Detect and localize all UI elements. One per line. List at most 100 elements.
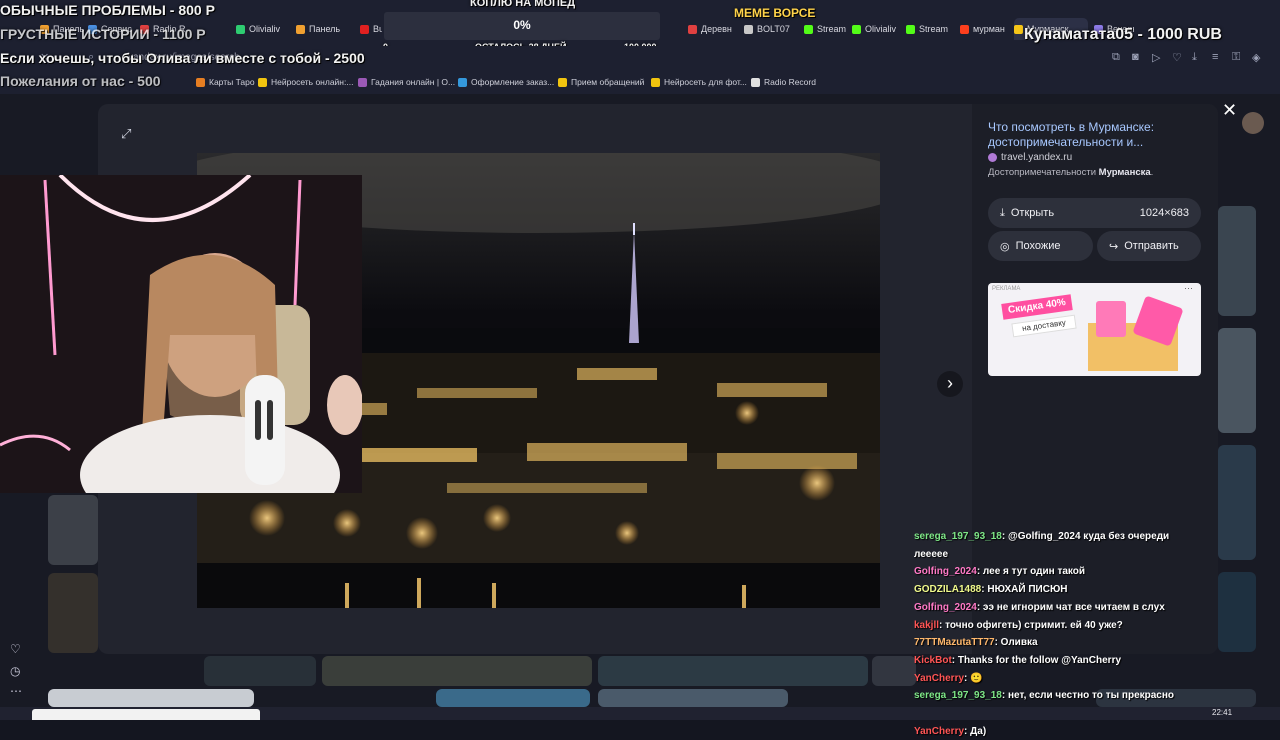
- share-button[interactable]: ↪ Отправить: [1097, 231, 1201, 261]
- tab-label: Панель: [309, 24, 341, 34]
- chat-text: : ээ не игнорим чат все читаем в слух: [976, 601, 1165, 613]
- chat-text: : Thanks for the follow @YanCherry: [951, 654, 1122, 666]
- chat-username[interactable]: serega_197_93_18: [914, 690, 1002, 701]
- similar-button[interactable]: ◎ Похожие: [988, 231, 1093, 261]
- expand-icon[interactable]: ⤢: [121, 126, 131, 142]
- more-icon[interactable]: ⋯: [10, 684, 22, 698]
- tab-label: Olivialiv: [865, 24, 897, 34]
- goal-widget: 0%: [384, 12, 660, 40]
- result-thumbnail[interactable]: [1218, 206, 1256, 316]
- browser-tab[interactable]: Stream: [804, 18, 848, 40]
- result-thumbnail[interactable]: [872, 656, 916, 686]
- download-icon[interactable]: ⤓: [1192, 51, 1197, 64]
- bookmark-favicon-icon: [458, 77, 467, 87]
- chat-username[interactable]: kakjll: [914, 620, 939, 631]
- browser-tab[interactable]: Stream: [906, 18, 958, 40]
- close-viewer-button[interactable]: ✕: [1222, 100, 1237, 121]
- cube-icon[interactable]: ◈: [1252, 51, 1260, 64]
- lens-icon: ◎: [1000, 240, 1010, 253]
- tab-favicon-icon: [296, 24, 305, 34]
- bookmark-item[interactable]: Нейросеть онлайн:...: [258, 77, 353, 87]
- result-thumbnail[interactable]: [598, 689, 788, 707]
- result-thumbnail[interactable]: [48, 573, 98, 653]
- open-image-button[interactable]: ⤓ Открыть 1024×683: [988, 198, 1201, 228]
- result-thumbnail[interactable]: [48, 689, 254, 707]
- chat-username[interactable]: serega_197_93_18: [914, 531, 1002, 542]
- history-icon[interactable]: ◷: [10, 664, 20, 678]
- source-title-link[interactable]: Что посмотреть в Мурманске: достопримеча…: [988, 120, 1188, 150]
- browser-tab[interactable]: Панель: [296, 18, 352, 40]
- result-thumbnail[interactable]: [1218, 445, 1256, 560]
- chat-message: YanCherry: Да): [914, 723, 1204, 740]
- domain-favicon-icon: [988, 153, 997, 162]
- ad-banner[interactable]: РЕКЛАМА ⋯ Скидка 40% на доставку: [988, 283, 1201, 376]
- share-label: Отправить: [1124, 240, 1179, 252]
- result-thumbnail[interactable]: [1218, 572, 1256, 652]
- ad-subtitle: на доставку: [1011, 314, 1077, 338]
- tab-label: Деревн: [701, 24, 732, 34]
- browser-tab[interactable]: Bush -: [360, 18, 382, 40]
- menu-icon[interactable]: ≡: [1212, 51, 1218, 63]
- chat-username[interactable]: Golfing_2024: [914, 566, 977, 577]
- favorites-icon[interactable]: ♡: [10, 642, 21, 656]
- browser-tab[interactable]: Деревн: [688, 18, 742, 40]
- chat-username[interactable]: KickBot: [914, 655, 952, 666]
- result-thumbnail[interactable]: [598, 656, 868, 686]
- chat-username[interactable]: GODZILA1488: [914, 584, 981, 595]
- extensions-icon[interactable]: ⧉: [1112, 51, 1120, 64]
- tab-label: BOLT07: [757, 24, 790, 34]
- description-suffix: .: [1150, 167, 1154, 178]
- goal-title: КОПЛЮ НА МОПЕД: [470, 0, 576, 9]
- chat-message: GODZILA1488: НЮХАЙ ПИСЮН: [914, 581, 1204, 599]
- chat-text: : 🙂: [964, 672, 983, 684]
- play-icon[interactable]: ▷: [1152, 51, 1160, 64]
- bookmark-label: Оформление заказ...: [471, 77, 555, 87]
- result-thumbnail[interactable]: [322, 656, 592, 686]
- overlay-price-line-1: ОБЫЧНЫЕ ПРОБЛЕМЫ - 800 Р: [0, 2, 215, 18]
- taskbar-search-box[interactable]: [32, 709, 260, 720]
- streamer-webcam: [0, 175, 362, 493]
- share-icon: ↪: [1109, 240, 1119, 253]
- heart-icon[interactable]: ♡: [1172, 51, 1182, 64]
- browser-tab[interactable]: Olivialiv: [852, 18, 902, 40]
- similar-label: Похожие: [1015, 240, 1061, 252]
- tab-favicon-icon: [360, 24, 369, 34]
- browser-tab[interactable]: BOLT07: [744, 18, 800, 40]
- bookmark-label: Нейросеть онлайн:...: [271, 77, 354, 87]
- lock-icon[interactable]: ⚿: [1232, 51, 1240, 64]
- chat-message: 77TTMazutaTT77: Оливка: [914, 634, 1204, 652]
- avatar[interactable]: [1242, 112, 1264, 134]
- bookmark-item[interactable]: Карты Таро: [196, 77, 255, 87]
- ad-menu-icon[interactable]: ⋯: [1184, 283, 1193, 294]
- chat-message: Golfing_2024: лее я тут один такой: [914, 563, 1204, 581]
- calculator-icon: [1096, 301, 1126, 337]
- browser-tab[interactable]: мурман: [960, 18, 1010, 40]
- source-domain[interactable]: travel.yandex.ru: [988, 152, 1072, 163]
- chat-username[interactable]: Golfing_2024: [914, 602, 977, 613]
- overlay-price-line-3: Если хочешь, чтобы Олива ли вместе с тоб…: [0, 50, 365, 66]
- bookmark-item[interactable]: Radio Record: [751, 77, 816, 87]
- open-label: Открыть: [1010, 207, 1055, 219]
- chat-username[interactable]: YanCherry: [914, 726, 964, 737]
- chat-username[interactable]: 77TTMazutaTT77: [914, 637, 995, 648]
- image-size: 1024×683: [1139, 207, 1189, 219]
- result-thumbnail[interactable]: [1218, 328, 1256, 433]
- chat-message: YanCherry: 🙂: [914, 670, 1204, 688]
- tab-favicon-icon: [688, 24, 697, 34]
- overlay-price-line-4: Пожелания от нас - 500: [0, 73, 161, 89]
- bookmark-item[interactable]: Нейросеть для фот...: [651, 77, 747, 87]
- camera-icon[interactable]: ◙: [1132, 51, 1139, 63]
- next-image-button[interactable]: ›: [937, 371, 963, 397]
- bookmark-favicon-icon: [258, 77, 267, 87]
- bookmark-item[interactable]: Оформление заказ...: [458, 77, 554, 87]
- browser-tab[interactable]: Olivialiv: [236, 18, 290, 40]
- chat-username[interactable]: YanCherry: [914, 673, 964, 684]
- bookmark-favicon-icon: [358, 77, 367, 87]
- bookmark-label: Прием обращений: [571, 77, 645, 87]
- chat-text: : НЮХАЙ ПИСЮН: [981, 584, 1068, 596]
- bookmark-item[interactable]: Прием обращений: [558, 77, 644, 87]
- bookmark-item[interactable]: Гадания онлайн | О...: [358, 77, 455, 87]
- result-thumbnail[interactable]: [48, 495, 98, 565]
- result-thumbnail[interactable]: [204, 656, 316, 686]
- result-thumbnail[interactable]: [436, 689, 590, 707]
